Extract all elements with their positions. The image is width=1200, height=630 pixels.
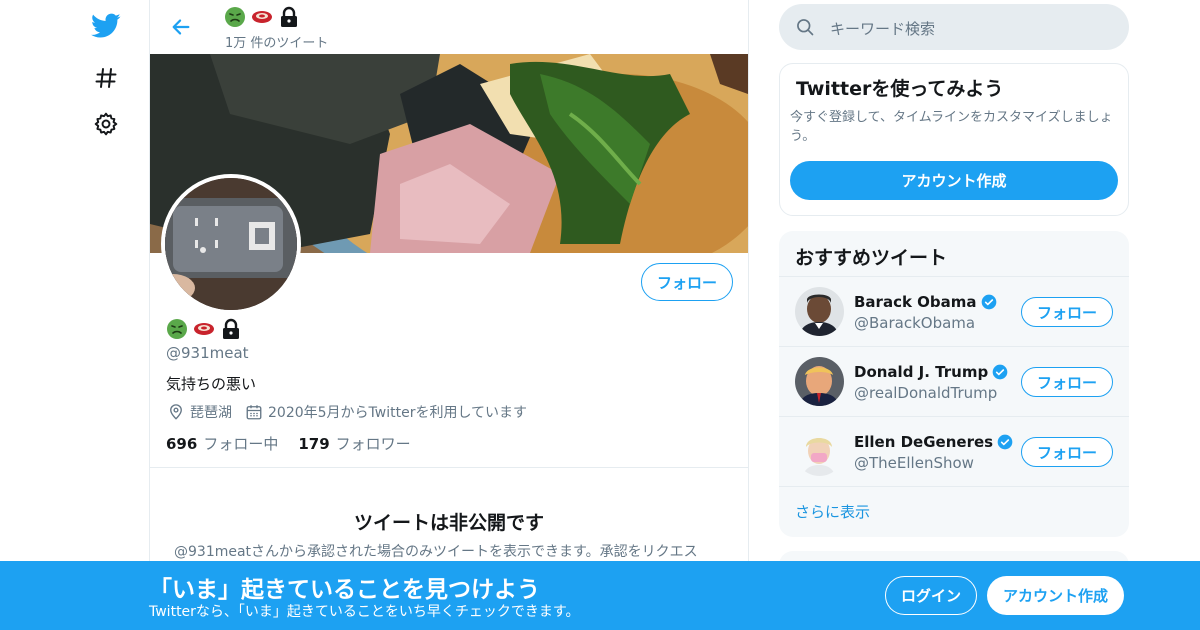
- meat-icon: [252, 11, 272, 23]
- create-account-button[interactable]: アカウント作成: [790, 161, 1118, 200]
- following-label: フォロー中: [203, 435, 279, 453]
- profile-name-emoji: [224, 6, 300, 28]
- following-count: 696: [166, 435, 198, 453]
- prompt-title: 「いま」起きていることを見つけよう: [149, 577, 540, 603]
- search-placeholder: キーワード検索: [830, 20, 936, 38]
- profile-location: 琵琶湖: [190, 405, 232, 421]
- user-name-text: Donald J. Trump: [854, 363, 989, 381]
- location-icon: [166, 402, 186, 422]
- lock-icon: [281, 6, 297, 27]
- avatar[interactable]: [795, 357, 844, 406]
- follow-button[interactable]: フォロー: [1021, 297, 1113, 327]
- nauseated-face-icon: [167, 319, 187, 339]
- verified-badge-icon: [981, 294, 996, 310]
- user-row[interactable]: Ellen DeGeneres @TheEllenShow フォロー: [779, 416, 1129, 486]
- profile-column: 1万 件のツイート フォロー @931meat 気持ちの悪い 琵琶湖 2020年…: [149, 0, 749, 630]
- back-arrow-icon[interactable]: [166, 12, 196, 42]
- search-icon: [795, 17, 815, 37]
- signup-card: Twitterを使ってみよう 今すぐ登録して、タイムラインをカスタマイズしましょ…: [779, 63, 1129, 216]
- user-name: Donald J. Trump: [854, 363, 1008, 381]
- prompt-subtitle: Twitterなら、「いま」起きていることをいち早くチェックできます。: [149, 604, 580, 620]
- avatar[interactable]: [795, 287, 844, 336]
- user-handle: @BarackObama: [854, 314, 976, 332]
- meat-icon: [194, 323, 214, 335]
- tweet-count: 1万 件のツイート: [225, 36, 329, 51]
- left-nav: [78, 0, 134, 630]
- private-description: @931meatさんから承認された場合のみツイートを表示できます。承認をリクエス: [174, 544, 698, 560]
- user-row[interactable]: Barack Obama @BarackObama フォロー: [779, 276, 1129, 346]
- profile-stats: 696 フォロー中 179 フォロワー: [166, 433, 411, 454]
- search-input[interactable]: キーワード検索: [779, 4, 1129, 50]
- verified-badge-icon: [997, 434, 1013, 450]
- signup-prompt-bar: 「いま」起きていることを見つけよう Twitterなら、「いま」起きていることを…: [0, 561, 1200, 630]
- user-name-text: Ellen DeGeneres: [854, 433, 994, 451]
- signup-description: 今すぐ登録して、タイムラインをカスタマイズしましょう。: [790, 110, 1113, 144]
- profile-bio: 気持ちの悪い: [166, 375, 257, 393]
- profile-display-name: [166, 318, 242, 340]
- login-button[interactable]: ログイン: [885, 576, 977, 615]
- followers-count: 179: [298, 435, 330, 453]
- profile-handle: @931meat: [166, 344, 249, 362]
- follow-button[interactable]: フォロー: [641, 263, 733, 301]
- show-more-link[interactable]: さらに表示: [795, 501, 870, 522]
- calendar-icon: [244, 402, 264, 422]
- profile-avatar[interactable]: [161, 174, 301, 314]
- user-name: Ellen DeGeneres: [854, 433, 1013, 451]
- signup-button[interactable]: アカウント作成: [987, 576, 1124, 615]
- follow-button[interactable]: フォロー: [1021, 437, 1113, 467]
- divider: [779, 486, 1129, 487]
- gear-icon[interactable]: [90, 108, 122, 140]
- profile-meta: 琵琶湖 2020年5月からTwitterを利用しています: [166, 402, 527, 422]
- user-row[interactable]: Donald J. Trump @realDonaldTrump フォロー: [779, 346, 1129, 416]
- who-to-follow-card: おすすめツイート Barack Obama @BarackObama フォロー …: [779, 231, 1129, 537]
- profile-joined: 2020年5月からTwitterを利用しています: [268, 405, 528, 421]
- profile-header: 1万 件のツイート: [150, 0, 748, 54]
- who-to-follow-title: おすすめツイート: [795, 247, 948, 269]
- user-handle: @TheEllenShow: [854, 454, 974, 472]
- nauseated-face-icon: [225, 7, 245, 27]
- user-handle: @realDonaldTrump: [854, 384, 998, 402]
- verified-badge-icon: [992, 364, 1008, 380]
- lock-icon: [223, 318, 239, 339]
- avatar[interactable]: [795, 427, 844, 476]
- user-name: Barack Obama: [854, 293, 997, 311]
- divider: [150, 467, 748, 468]
- following-stat[interactable]: 696 フォロー中: [166, 433, 278, 454]
- private-title: ツイートは非公開です: [353, 512, 544, 534]
- follow-button[interactable]: フォロー: [1021, 367, 1113, 397]
- followers-stat[interactable]: 179 フォロワー: [298, 433, 410, 454]
- hashtag-icon[interactable]: [90, 62, 122, 94]
- followers-label: フォロワー: [335, 435, 411, 453]
- twitter-bird-icon[interactable]: [90, 10, 122, 42]
- user-name-text: Barack Obama: [854, 293, 977, 311]
- signup-title: Twitterを使ってみよう: [796, 78, 1004, 100]
